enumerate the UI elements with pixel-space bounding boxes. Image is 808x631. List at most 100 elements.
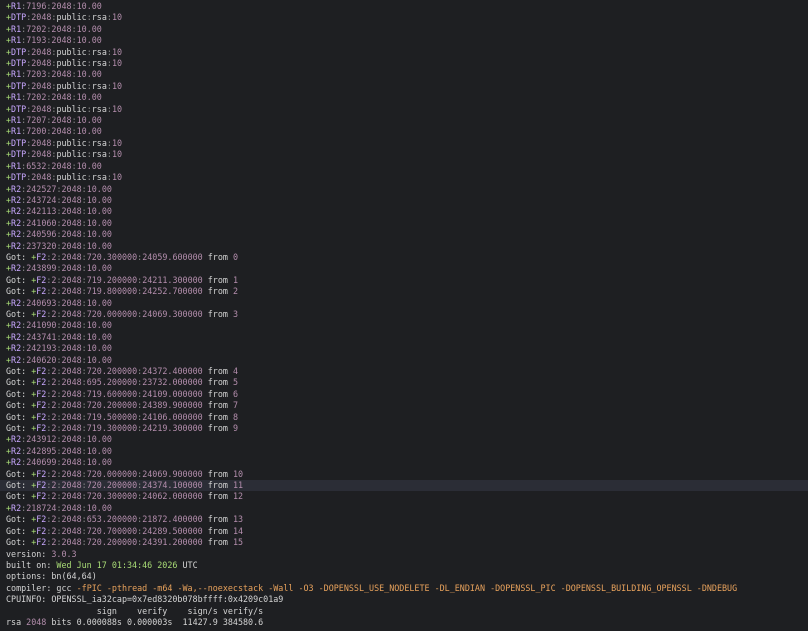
from-index: 0 (232, 251, 239, 262)
field-value: 240693 (26, 297, 57, 308)
from-index: 9 (232, 423, 239, 434)
field-value: 719.800000 (86, 286, 138, 297)
terminal-line: +R2:237320:2048:10.00 (6, 241, 808, 252)
field-value: 10.00 (76, 35, 102, 46)
record-tag: DTP (11, 46, 27, 57)
field-value: 10.00 (76, 115, 102, 126)
field-value: 2048 (31, 58, 52, 69)
field-value: 2048 (61, 434, 82, 445)
field-value: 2048 (61, 514, 82, 525)
terminal-line: Got: +F2:2:2048:720.200000:24391.200000 … (6, 537, 808, 548)
field-value: 720.700000 (86, 525, 138, 536)
terminal-line: +R2:243741:2048:10.00 (6, 332, 808, 343)
field-value: 10.00 (76, 23, 102, 34)
info-key: options: (6, 571, 52, 582)
from-index: 4 (232, 366, 239, 376)
field-value: 10.00 (86, 354, 112, 365)
field-value: 24059.600000 (142, 251, 203, 262)
field-value: public (56, 137, 87, 148)
field-value: rsa (91, 12, 107, 23)
field-value: 10 (111, 172, 123, 183)
from-label: from (202, 274, 233, 285)
field-value: 10 (111, 137, 123, 148)
terminal-line: +R1:6532:2048:10.00 (6, 161, 808, 172)
field-value: 10.00 (76, 1, 102, 11)
field-value: 2048 (61, 194, 82, 205)
record-tag: DTP (11, 58, 27, 69)
from-index: 12 (232, 491, 244, 502)
field-value: 242113 (26, 206, 57, 217)
record-tag: R2 (11, 297, 22, 308)
terminal-line: +R2:242895:2048:10.00 (6, 446, 808, 457)
record-tag: R2 (11, 434, 22, 445)
terminal-line: version: 3.0.3 (6, 549, 808, 560)
field-value: 24069.900000 (142, 468, 203, 479)
field-value: 2048 (31, 172, 52, 183)
terminal-line: options: bn(64,64) (6, 571, 808, 582)
terminal-line: Got: +F2:2:2048:720.200000:24374.100000 … (0, 480, 808, 492)
got-prefix: Got: (6, 388, 32, 399)
terminal-line: +DTP:2048:public:rsa:10 (6, 58, 808, 69)
field-value: 10.00 (86, 331, 112, 342)
field-value: 10.00 (86, 206, 112, 217)
field-value: 720.200000 (86, 480, 138, 491)
field-value: 24372.400000 (142, 366, 203, 376)
field-value: 10.00 (86, 445, 112, 456)
field-value: 2048 (61, 274, 82, 285)
from-label: from (202, 491, 233, 502)
field-value: 10.00 (86, 343, 112, 354)
terminal-line: +R1:7193:2048:10.00 (6, 35, 808, 46)
terminal-line: +R2:240693:2048:10.00 (6, 298, 808, 309)
field-value: 2048 (61, 320, 82, 331)
field-value: 10.00 (76, 92, 102, 103)
from-label: from (202, 308, 233, 319)
field-value: 2048 (51, 69, 72, 80)
terminal-output[interactable]: +R1:7196:2048:10.00 +DTP:2048:public:rsa:… (0, 0, 808, 631)
field-value: 2048 (61, 400, 82, 411)
field-value: 242193 (26, 343, 57, 354)
terminal-line: +R2:218724:2048:10.00 (6, 503, 808, 514)
field-value: 2048 (61, 423, 82, 434)
field-value: 7203 (26, 69, 47, 80)
from-label: from (202, 468, 233, 479)
field-value: 243899 (26, 263, 57, 274)
terminal-line: +R2:240596:2048:10.00 (6, 229, 808, 240)
record-tag: F2 (36, 377, 47, 388)
field-value: public (56, 46, 87, 57)
field-value: 10 (111, 58, 123, 69)
field-value: rsa (91, 80, 107, 91)
from-index: 13 (232, 514, 244, 525)
field-value: 2048 (61, 537, 82, 548)
terminal-line: Got: +F2:2:2048:719.800000:24252.700000 … (6, 286, 808, 297)
from-index: 7 (232, 400, 239, 411)
from-index: 10 (232, 468, 244, 479)
record-tag: F2 (36, 468, 47, 479)
field-value: 10.00 (86, 320, 112, 331)
field-value: rsa (91, 46, 107, 57)
field-value: 24252.700000 (142, 286, 203, 297)
field-value: 7207 (26, 115, 47, 126)
terminal-line: Got: +F2:2:2048:720.000000:24069.900000 … (6, 469, 808, 480)
terminal-line: +R2:240620:2048:10.00 (6, 355, 808, 366)
terminal-line: Got: +F2:2:2048:695.200000:23732.000000 … (6, 377, 808, 388)
compiler-flags: -fPIC -pthread -m64 -Wa,--noexecstack -W… (71, 582, 738, 593)
field-value: 10.00 (76, 160, 102, 171)
field-value: 21872.400000 (142, 514, 203, 525)
field-value: public (56, 172, 87, 183)
from-index: 14 (232, 525, 244, 536)
field-value: 2048 (61, 480, 82, 491)
record-tag: F2 (36, 491, 47, 502)
field-value: 24062.000000 (142, 491, 203, 502)
field-value: 7196 (26, 1, 47, 11)
record-tag: DTP (11, 80, 27, 91)
terminal-line: +R2:242193:2048:10.00 (6, 343, 808, 354)
from-index: 15 (232, 537, 244, 548)
terminal-line: +DTP:2048:public:rsa:10 (6, 104, 808, 115)
got-prefix: Got: (6, 251, 32, 262)
field-value: 2048 (31, 137, 52, 148)
record-tag: DTP (11, 12, 27, 23)
terminal-line: +R2:241090:2048:10.00 (6, 320, 808, 331)
from-label: from (202, 377, 233, 388)
record-tag: F2 (36, 525, 47, 536)
field-value: 2048 (31, 80, 52, 91)
